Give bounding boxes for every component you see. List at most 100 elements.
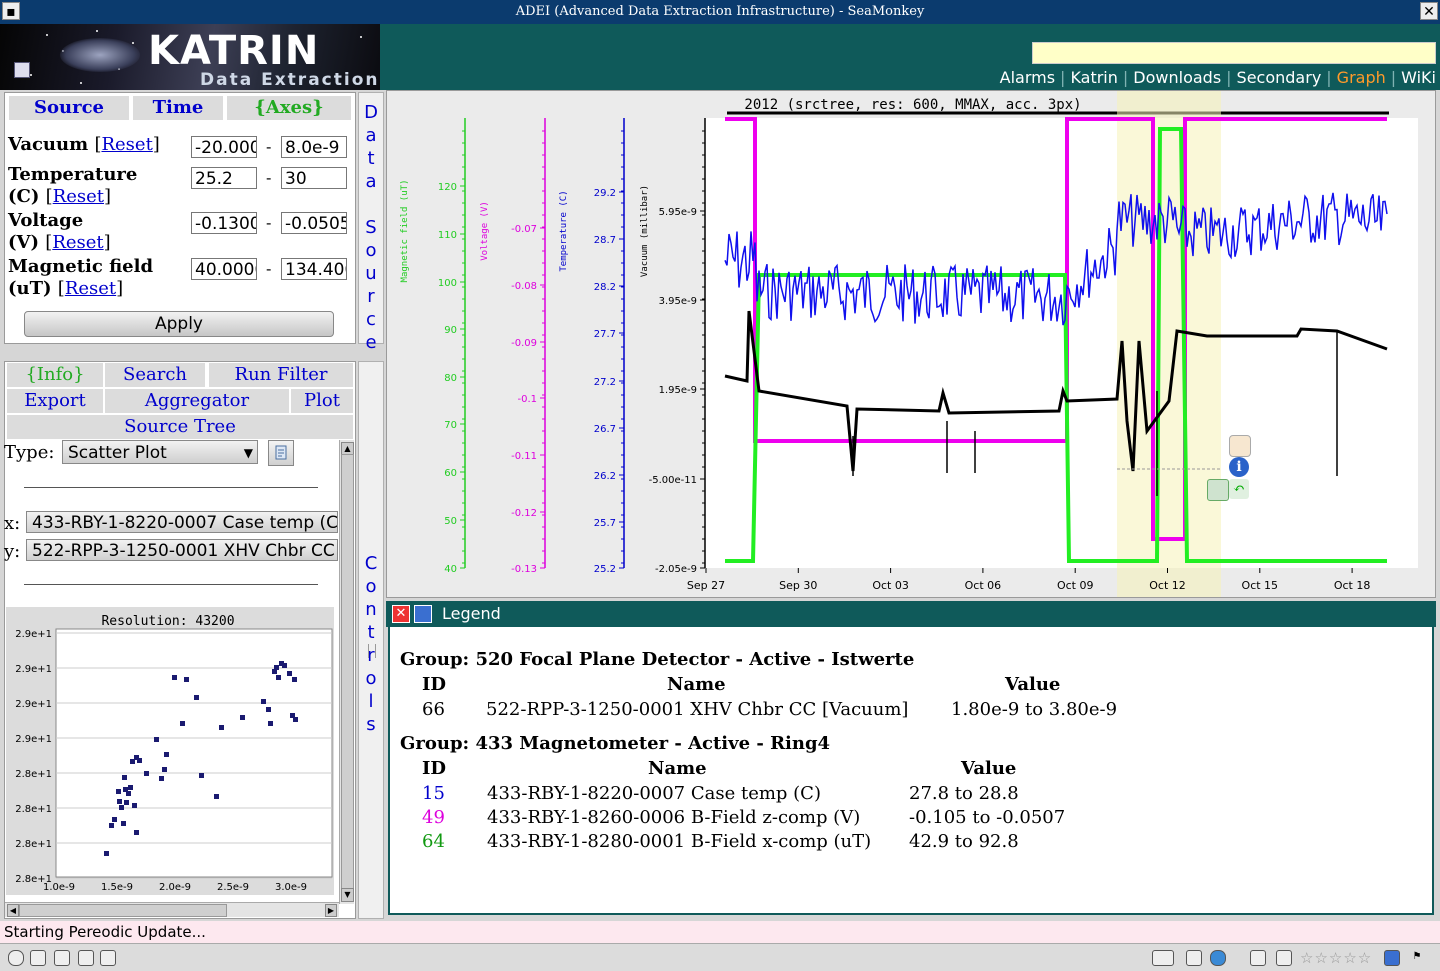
scatter-point [162,767,167,772]
apply-button[interactable]: Apply [24,311,334,337]
controls-letter: t [367,622,375,643]
type-label: Type: [4,442,55,463]
nav-alarms[interactable]: Alarms [1000,68,1055,87]
data-source-toggle[interactable]: Data Source [358,92,384,353]
flag-icon[interactable]: ⚑ [1410,950,1424,964]
nav-graph[interactable]: Graph [1337,68,1386,87]
tab-export[interactable]: Export [7,389,103,413]
mail-icon[interactable] [30,950,46,966]
nav-downloads[interactable]: Downloads [1133,68,1221,87]
horizontal-scrollbar[interactable]: ◀ ▶ [5,902,339,917]
window-title-bar: ADEI (Advanced Data Extraction Infrastru… [0,0,1440,24]
tab-aggregator[interactable]: Aggregator [105,389,289,413]
reset-magnetic-field-link[interactable]: Reset [65,278,116,299]
legend-row-id: 49 [422,807,445,828]
navigator-icon[interactable] [8,950,24,966]
tab-time[interactable]: Time [133,96,223,120]
graph-axis-tick-label: 3.95e-9 [659,296,697,307]
magnetic-field-max-input[interactable]: 134.400 [281,258,347,280]
legend-header-id: ID [422,674,447,695]
online-status-icon[interactable] [1152,950,1174,966]
nav-wiki[interactable]: WiKi [1401,68,1436,87]
composer-icon[interactable] [54,950,70,966]
nav-separator: | [1226,68,1232,87]
range-dash: - [266,213,272,232]
refresh-icon [275,445,287,460]
security-lock-icon[interactable] [1186,950,1202,966]
scatter-point [128,785,133,790]
controls-toggle[interactable]: Controls [358,361,384,919]
xmarks-icon[interactable] [1384,950,1400,966]
search-input[interactable] [1032,42,1436,64]
chat-icon[interactable] [78,950,94,966]
info-icon[interactable]: i [1229,457,1249,477]
scatter-point [219,725,224,730]
main-graph[interactable]: 2012 (srctree, res: 600, MMAX, acc. 3px)… [386,90,1436,598]
plot-type-select[interactable]: Scatter Plot ▼ [62,440,258,464]
data-source-letter: c [366,309,376,330]
axis-name: Voltage [8,210,84,231]
status-text: Starting Pereodic Update... [4,923,206,941]
reset-voltage-link[interactable]: Reset [52,232,103,253]
scatter-point [282,663,287,668]
temperature-min-input[interactable]: 25.2 [191,167,257,189]
home-icon[interactable] [14,62,30,78]
reset-vacuum-link[interactable]: Reset [101,134,152,155]
splitter-grip[interactable] [368,644,376,658]
voltage-min-input[interactable]: -0.13000 [191,212,257,234]
y-axis-select[interactable]: 522-RPP-3-1250-0001 XHV Chbr CC [Vacuum] [26,539,338,561]
tab-info[interactable]: {Info} [7,363,103,387]
vacuum-min-input[interactable]: -20.0000 [191,136,257,158]
reset-temperature-link[interactable]: Reset [53,186,104,207]
tab-source[interactable]: Source [9,96,129,120]
graph-axis-title: Vacuum (millibar) [640,185,650,277]
tab-run-filter[interactable]: Run Filter [209,363,353,387]
scatter-x-tick: 2.0e-9 [159,882,191,893]
export-icon[interactable] [1207,479,1229,501]
refresh-plot-button[interactable] [268,440,294,466]
window-close-button[interactable]: ✕ [1420,2,1438,20]
axis-label-vacuum: Vacuum [Reset] [8,134,160,155]
popup-icon[interactable] [1250,950,1266,966]
vacuum-max-input[interactable]: 8.0e-9 [281,136,347,158]
scatter-point [104,851,109,856]
controls-letter: C [364,553,378,574]
legend-close-icon[interactable]: ✕ [392,605,410,623]
graph-x-tick-label: Oct 12 [1149,579,1186,592]
nav-separator: | [1060,68,1066,87]
rating-stars-icon[interactable]: ☆☆☆☆☆ [1300,949,1372,967]
controls-letter: n [365,599,377,620]
graph-axis-tick-label: 28.7 [594,235,616,246]
window-title: ADEI (Advanced Data Extraction Infrastru… [515,4,925,19]
window-menu-icon[interactable]: ▪ [2,2,20,20]
zoom-icon[interactable] [1229,435,1251,457]
x-axis-select[interactable]: 433-RBY-1-8220-0007 Case temp (C) [26,511,338,533]
magnetic-field-min-input[interactable]: 40.0000 [191,258,257,280]
scatter-point [172,675,177,680]
nav-secondary[interactable]: Secondary [1237,68,1322,87]
temperature-max-input[interactable]: 30 [281,167,347,189]
tab-search[interactable]: Search [105,363,205,387]
vertical-scrollbar[interactable]: ▲ ▼ [339,440,354,904]
graph-x-tick-label: Oct 15 [1242,579,1279,592]
tab-axes[interactable]: {Axes} [227,96,351,120]
addressbook-icon[interactable] [100,950,116,966]
graph-axis-tick-label: 25.2 [594,564,616,575]
scatter-point [121,821,126,826]
edit-icon[interactable] [1276,950,1292,966]
scatter-point [109,823,114,828]
graph-axis-tick-label: 1.95e-9 [659,385,697,396]
tab-source-tree[interactable]: Source Tree [7,415,353,439]
scatter-point [144,771,149,776]
nav-katrin[interactable]: Katrin [1070,68,1117,87]
globe-icon[interactable] [1210,950,1226,966]
undo-icon[interactable]: ↶ [1229,479,1249,499]
divider [24,487,318,488]
selection-highlight[interactable] [1117,91,1221,597]
legend-maximize-icon[interactable] [414,605,432,623]
scatter-point [199,773,204,778]
range-dash: - [266,259,272,278]
voltage-max-input[interactable]: -0.0505 [281,212,347,234]
tab-plot[interactable]: Plot [291,389,353,413]
graph-axis-tick-label: 28.2 [594,282,616,293]
